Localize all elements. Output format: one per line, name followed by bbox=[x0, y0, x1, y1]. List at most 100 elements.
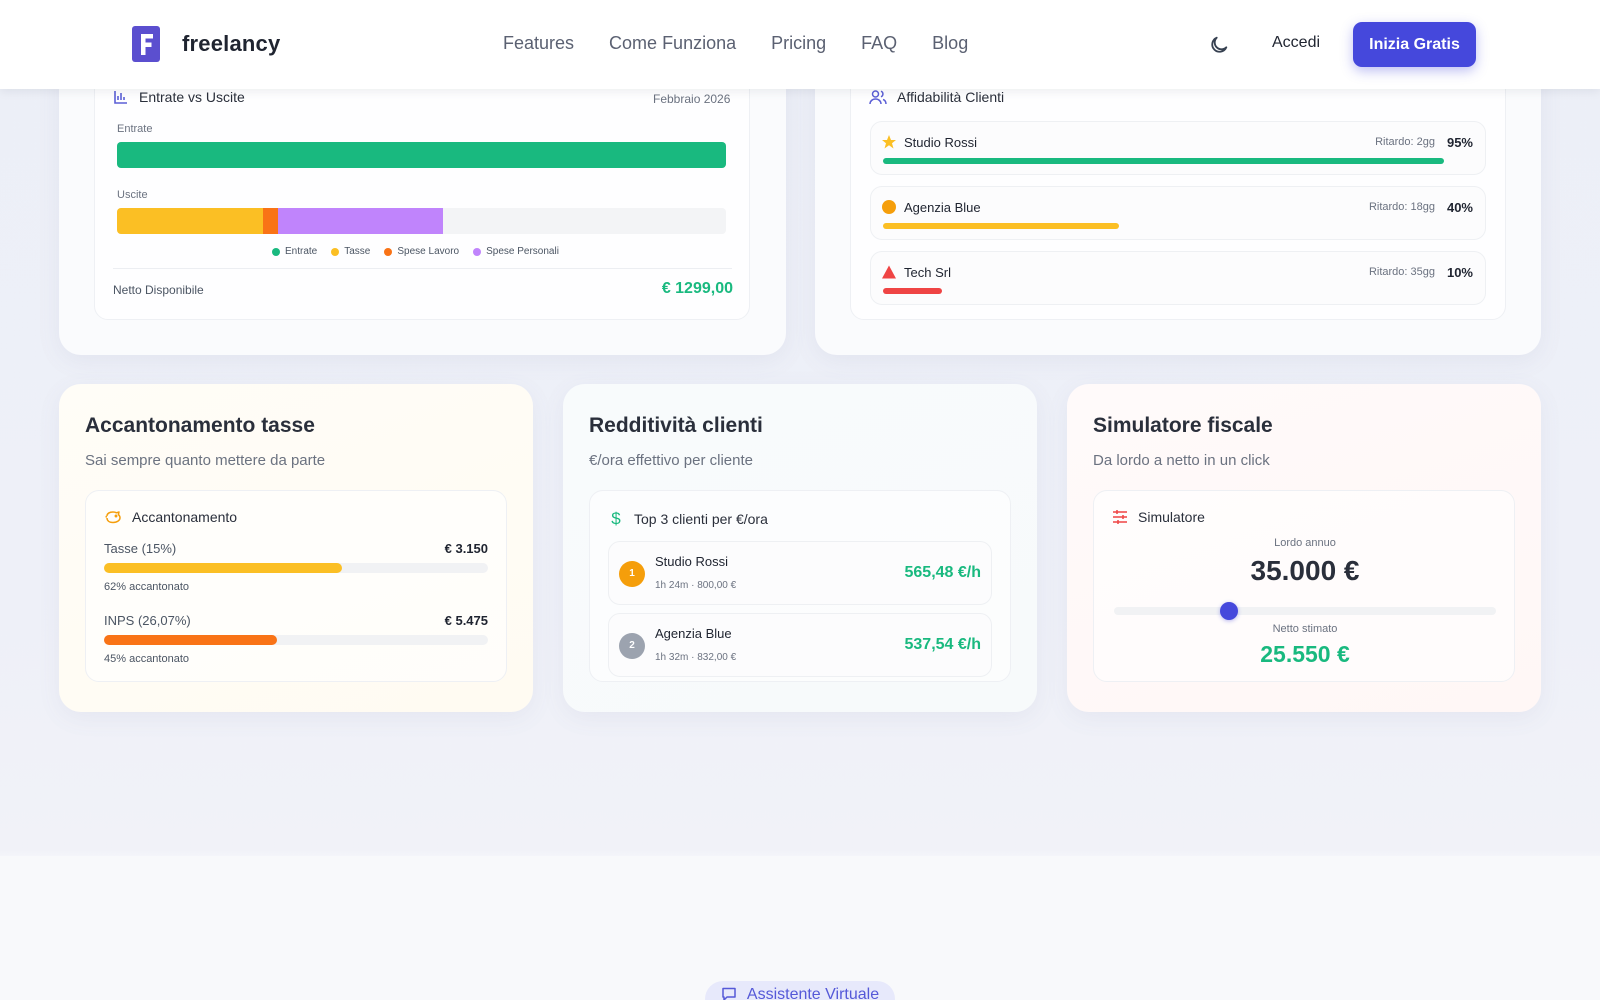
client-profitability-panel: $ Top 3 clienti per €/ora 1 Studio Rossi… bbox=[589, 490, 1011, 682]
client-delay: Ritardo: 18gg bbox=[1368, 201, 1435, 213]
ranked-client-row[interactable]: 2 Agenzia Blue 1h 32m · 832,00 € 537,54 … bbox=[608, 613, 992, 677]
sliders-icon bbox=[1113, 510, 1127, 524]
gross-annual-value: 35.000 € bbox=[1250, 555, 1360, 586]
tax-reserve-panel-title: Accantonamento bbox=[132, 509, 238, 525]
income-label: Entrate bbox=[117, 123, 153, 135]
ranked-client-row[interactable]: 1 Studio Rossi 1h 24m · 800,00 € 565,48 … bbox=[608, 541, 992, 605]
client-profitability-panel-title: Top 3 clienti per €/ora bbox=[634, 511, 768, 527]
ranked-client-name: Agenzia Blue bbox=[655, 626, 732, 641]
estimated-net-label: Netto stimato bbox=[1272, 623, 1338, 635]
client-row-tech-srl[interactable]: Tech Srl Ritardo: 35gg 10% bbox=[870, 251, 1486, 305]
client-profitability-card: Redditività clienti €/ora effettivo per … bbox=[563, 384, 1037, 712]
client-reliability-title: Affidabilità Clienti bbox=[897, 89, 1005, 105]
main-menu: Features Come Funziona Pricing FAQ Blog bbox=[503, 33, 968, 54]
client-reliability-percent: 95% bbox=[1446, 135, 1473, 150]
tax-simulator-panel-header: Simulatore bbox=[1112, 509, 1205, 525]
net-available-label: Netto Disponibile bbox=[113, 283, 204, 297]
client-reliability-bar bbox=[883, 223, 1119, 229]
estimated-net-value: 25.550 € bbox=[1260, 641, 1350, 667]
expense-bar bbox=[117, 208, 726, 234]
login-link[interactable]: Accedi bbox=[1272, 34, 1320, 52]
cashflow-divider bbox=[113, 268, 732, 269]
virtual-assistant-pill[interactable]: Assistente Virtuale bbox=[705, 981, 895, 1000]
piggy-bank-icon bbox=[105, 511, 121, 524]
expense-label: Uscite bbox=[117, 189, 148, 201]
ranked-client-meta: 1h 24m · 800,00 € bbox=[655, 580, 737, 591]
client-reliability-percent: 40% bbox=[1446, 200, 1473, 215]
tax-simulator-title: Simulatore fiscale bbox=[1093, 414, 1273, 437]
client-reliability-bar bbox=[883, 288, 942, 294]
tax-reserve-panel: Accantonamento Tasse (15%) € 3.150 62% a… bbox=[85, 490, 507, 682]
ranked-client-hourly-rate: 537,54 €/h bbox=[904, 636, 982, 653]
tax-reserve-title: Accantonamento tasse bbox=[85, 414, 315, 437]
users-icon bbox=[869, 90, 887, 105]
ranked-client-name: Studio Rossi bbox=[655, 554, 728, 569]
income-bar-fill bbox=[117, 142, 726, 168]
client-row-studio-rossi[interactable]: Studio Rossi Ritardo: 2gg 95% bbox=[870, 121, 1486, 175]
tax-simulator-panel: Simulatore Lordo annuo 35.000 € Netto st… bbox=[1093, 490, 1515, 682]
tax-reserve-panel-header: Accantonamento bbox=[104, 509, 237, 525]
client-delay: Ritardo: 2gg bbox=[1375, 136, 1435, 148]
client-profitability-title: Redditività clienti bbox=[589, 414, 763, 437]
freelancy-logo-icon bbox=[132, 26, 160, 62]
virtual-assistant-label: Assistente Virtuale bbox=[746, 986, 880, 1000]
client-reliability-percent: 10% bbox=[1446, 265, 1473, 280]
tax-simulator-card: Simulatore fiscale Da lordo a netto in u… bbox=[1067, 384, 1541, 712]
gross-income-slider[interactable] bbox=[1114, 602, 1496, 620]
menu-link-pricing[interactable]: Pricing bbox=[771, 33, 826, 54]
tax-simulator-panel-title: Simulatore bbox=[1138, 509, 1205, 525]
menu-link-faq[interactable]: FAQ bbox=[861, 33, 897, 54]
bar-chart-icon bbox=[114, 91, 127, 104]
tax-simulator-subtitle: Da lordo a netto in un click bbox=[1093, 452, 1270, 469]
expense-personal-segment bbox=[278, 208, 443, 234]
client-delay: Ritardo: 35gg bbox=[1368, 266, 1435, 278]
inps-item-note: 45% accantonato bbox=[104, 653, 190, 665]
start-free-button[interactable]: Inizia Gratis bbox=[1353, 22, 1476, 67]
cashflow-legend: Entrate Tasse Spese Lavoro Spese Persona… bbox=[272, 246, 559, 257]
legend-item-personal: Spese Personali bbox=[473, 246, 559, 257]
expense-tax-segment bbox=[117, 208, 264, 234]
tax-reserve-subtitle: Sai sempre quanto mettere da parte bbox=[85, 452, 326, 469]
client-name: Tech Srl bbox=[904, 265, 951, 280]
tax-item-amount: € 3.150 bbox=[444, 541, 488, 556]
client-profitability-panel-header: $ Top 3 clienti per €/ora bbox=[608, 509, 768, 529]
menu-link-features[interactable]: Features bbox=[503, 33, 574, 54]
tax-item-label: Tasse (15%) bbox=[104, 541, 177, 556]
client-reliability-bar bbox=[883, 158, 1444, 164]
legend-item-income: Entrate bbox=[272, 246, 317, 257]
inps-progress-fill bbox=[104, 635, 277, 645]
warning-icon bbox=[882, 265, 896, 279]
moon-icon[interactable] bbox=[1208, 34, 1230, 56]
client-profitability-subtitle: €/ora effettivo per cliente bbox=[589, 452, 753, 469]
expense-work-segment bbox=[263, 208, 279, 234]
legend-item-tax: Tasse bbox=[331, 246, 370, 257]
dollar-icon: $ bbox=[611, 509, 621, 528]
menu-link-blog[interactable]: Blog bbox=[932, 33, 968, 54]
tax-progress-bar bbox=[104, 563, 488, 573]
inps-item-label: INPS (26,07%) bbox=[104, 613, 191, 628]
rank-badge: 1 bbox=[619, 561, 645, 587]
client-reliability-header: Affidabilità Clienti bbox=[869, 89, 1004, 105]
next-section-background bbox=[0, 856, 1600, 1000]
top-navbar: freelancy Features Come Funziona Pricing… bbox=[0, 0, 1600, 89]
inps-progress-bar bbox=[104, 635, 488, 645]
chat-bubble-icon bbox=[722, 987, 736, 1000]
circle-icon bbox=[882, 200, 896, 214]
tax-progress-fill bbox=[104, 563, 343, 573]
cashflow-title: Entrate vs Uscite bbox=[139, 89, 245, 105]
client-row-agenzia-blue[interactable]: Agenzia Blue Ritardo: 18gg 40% bbox=[870, 186, 1486, 240]
ranked-client-meta: 1h 32m · 832,00 € bbox=[655, 652, 737, 663]
tax-item-note: 62% accantonato bbox=[104, 581, 190, 593]
client-name: Studio Rossi bbox=[904, 135, 977, 150]
brand-name: freelancy bbox=[182, 31, 281, 56]
menu-link-come-funziona[interactable]: Come Funziona bbox=[609, 33, 736, 54]
inps-item-amount: € 5.475 bbox=[444, 613, 488, 628]
rank-badge: 2 bbox=[619, 633, 645, 659]
client-name: Agenzia Blue bbox=[904, 200, 981, 215]
gross-annual-label: Lordo annuo bbox=[1274, 537, 1336, 549]
slider-thumb[interactable] bbox=[1219, 602, 1238, 620]
cashflow-date: Febbraio 2026 bbox=[653, 92, 731, 106]
brand[interactable]: freelancy bbox=[132, 26, 280, 62]
ranked-client-hourly-rate: 565,48 €/h bbox=[904, 564, 982, 581]
legend-item-work: Spese Lavoro bbox=[384, 246, 459, 257]
